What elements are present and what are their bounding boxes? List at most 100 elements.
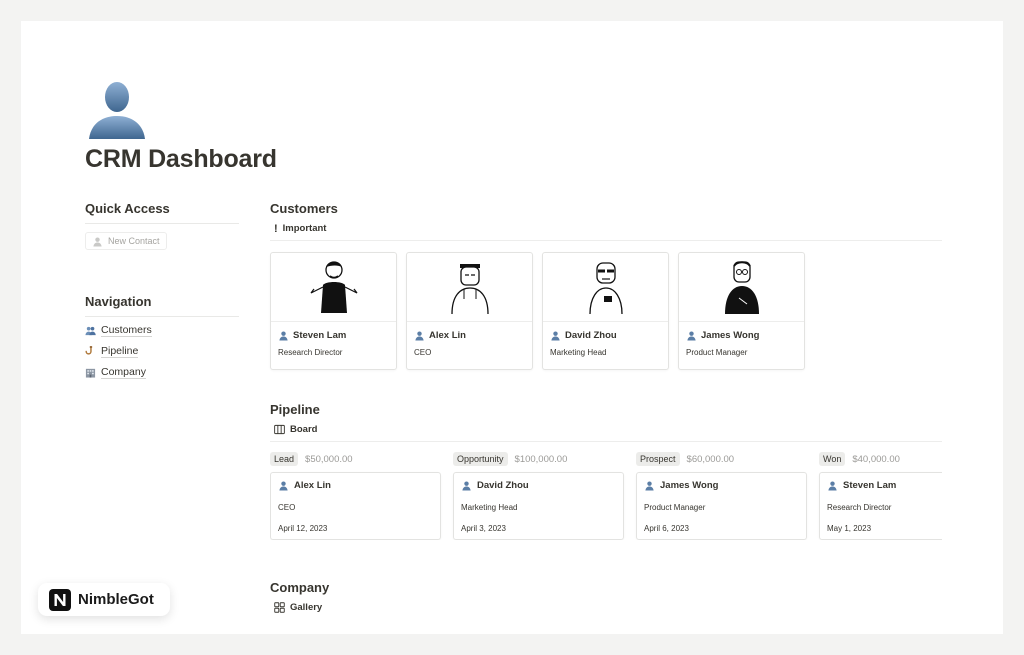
notion-page: CRM Dashboard Quick Access New Contact N… — [21, 21, 1003, 634]
deal-role: Marketing Head — [461, 503, 518, 512]
customer-name: Steven Lam — [271, 322, 396, 341]
exclamation-icon: ! — [274, 222, 278, 235]
view-tab-board[interactable]: Board — [270, 417, 942, 442]
deal-date: April 6, 2023 — [644, 524, 689, 533]
nav-item-label: Pipeline — [101, 345, 139, 358]
deal-contact-name: Steven Lam — [843, 480, 897, 491]
deal-role: CEO — [278, 503, 296, 512]
people-icon — [85, 326, 96, 336]
board-column-opportunity: Opportunity $100,000.00 David Zhou Marke… — [453, 451, 624, 540]
customer-card[interactable]: James Wong Product Manager — [678, 252, 805, 370]
person-icon — [551, 331, 560, 341]
brand-name: NimbleGot — [78, 591, 154, 608]
customer-illustration — [543, 253, 668, 322]
stage-amount: $40,000.00 — [852, 453, 900, 465]
deal-contact: Steven Lam — [827, 480, 942, 491]
view-tab-label: Board — [290, 424, 318, 435]
doodle-person-sunglasses-icon — [588, 262, 623, 315]
customer-name-text: Steven Lam — [293, 330, 347, 341]
stage-tag[interactable]: Lead — [270, 452, 299, 466]
deal-card[interactable]: David Zhou Marketing Head April 3, 2023 — [453, 472, 624, 540]
customer-name: David Zhou — [543, 322, 668, 341]
person-icon — [93, 236, 102, 247]
person-silhouette-icon[interactable] — [85, 79, 149, 143]
stage-amount: $60,000.00 — [686, 453, 735, 465]
customer-name: James Wong — [679, 322, 804, 341]
customer-illustration — [407, 253, 532, 322]
view-tab-label: Important — [282, 223, 327, 234]
board-column-won: Won $40,000.00 Steven Lam Research Direc… — [819, 451, 942, 540]
customer-name-text: Alex Lin — [429, 330, 466, 341]
stage-tag[interactable]: Prospect — [636, 452, 680, 466]
column-header: Opportunity $100,000.00 — [453, 451, 624, 467]
customer-card[interactable]: Steven Lam Research Director — [270, 252, 397, 370]
deal-card[interactable]: Alex Lin CEO April 12, 2023 — [270, 472, 441, 540]
doodle-person-hoodie-icon — [450, 264, 489, 315]
navigation-heading: Navigation — [85, 294, 239, 317]
nimblegot-badge[interactable]: NimbleGot — [38, 583, 170, 616]
customer-name-text: David Zhou — [565, 330, 617, 341]
board-column-prospect: Prospect $60,000.00 James Wong Product M… — [636, 451, 807, 540]
pipeline-section: Pipeline Board Lead $50,000.00 Alex Lin — [270, 402, 942, 540]
board-icon — [274, 424, 285, 435]
person-icon — [687, 331, 696, 341]
person-icon — [415, 331, 424, 341]
deal-date: May 1, 2023 — [827, 524, 872, 533]
board-column-lead: Lead $50,000.00 Alex Lin CEO April 12, 2… — [270, 451, 441, 540]
pipeline-heading[interactable]: Pipeline — [270, 402, 942, 417]
customer-role: Marketing Head — [550, 348, 607, 357]
customer-card[interactable]: David Zhou Marketing Head — [542, 252, 669, 370]
gallery-icon — [274, 602, 285, 613]
nav-item-label: Customers — [101, 324, 152, 337]
customer-role: Product Manager — [686, 348, 748, 357]
new-contact-label: New Contact — [108, 236, 160, 246]
customer-illustration — [679, 253, 804, 322]
stage-tag[interactable]: Won — [819, 452, 846, 466]
person-icon — [462, 481, 471, 491]
customer-role: CEO — [414, 348, 432, 357]
customer-name-text: James Wong — [701, 330, 760, 341]
person-icon — [279, 481, 288, 491]
deal-card[interactable]: Steven Lam Research Director May 1, 2023 — [819, 472, 942, 540]
view-tab-label: Gallery — [290, 602, 323, 613]
nav-item-pipeline[interactable]: Pipeline — [85, 345, 239, 359]
person-icon — [828, 481, 837, 491]
deal-contact-name: David Zhou — [477, 480, 529, 491]
deal-contact: David Zhou — [461, 480, 616, 491]
deal-date: April 12, 2023 — [278, 524, 328, 533]
nav-item-company[interactable]: Company — [85, 366, 239, 380]
left-column: Quick Access New Contact Navigation Cust… — [85, 201, 239, 380]
nav-item-label: Company — [101, 366, 146, 379]
deal-contact: James Wong — [644, 480, 799, 491]
deal-role: Research Director — [827, 503, 892, 512]
deal-role: Product Manager — [644, 503, 706, 512]
deal-contact-name: James Wong — [660, 480, 719, 491]
main-column: Customers ! Important Steven Lam Researc… — [270, 201, 942, 619]
customer-illustration — [271, 253, 396, 322]
deal-contact-name: Alex Lin — [294, 480, 331, 491]
company-section: Company Gallery — [270, 580, 942, 619]
nav-item-customers[interactable]: Customers — [85, 324, 239, 338]
view-tab-important[interactable]: ! Important — [270, 216, 942, 241]
column-header: Lead $50,000.00 — [270, 451, 441, 467]
customer-name: Alex Lin — [407, 322, 532, 341]
deal-card[interactable]: James Wong Product Manager April 6, 2023 — [636, 472, 807, 540]
column-header: Won $40,000.00 — [819, 451, 942, 467]
person-icon — [645, 481, 654, 491]
deal-date: April 3, 2023 — [461, 524, 506, 533]
doodle-person-shrug-icon — [310, 261, 357, 313]
new-contact-button[interactable]: New Contact — [85, 232, 167, 250]
view-tab-gallery[interactable]: Gallery — [270, 595, 942, 619]
stage-amount: $50,000.00 — [305, 453, 353, 465]
hook-icon — [85, 346, 93, 355]
customer-gallery: Steven Lam Research Director Alex Lin CE… — [270, 252, 942, 370]
quick-access-heading: Quick Access — [85, 201, 239, 224]
stage-tag[interactable]: Opportunity — [453, 452, 508, 466]
column-header: Prospect $60,000.00 — [636, 451, 807, 467]
nimblegot-logo-icon — [49, 588, 71, 611]
pipeline-board: Lead $50,000.00 Alex Lin CEO April 12, 2… — [270, 451, 942, 540]
company-heading[interactable]: Company — [270, 580, 942, 595]
customer-card[interactable]: Alex Lin CEO — [406, 252, 533, 370]
building-icon — [85, 368, 96, 378]
customers-heading[interactable]: Customers — [270, 201, 942, 216]
